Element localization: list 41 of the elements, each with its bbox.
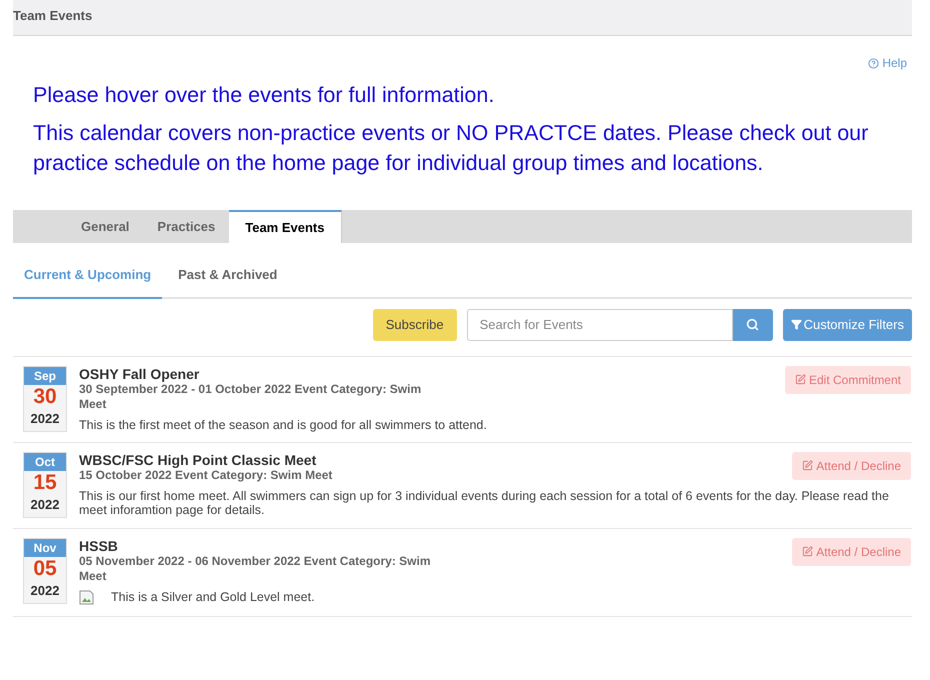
date-year: 2022 xyxy=(30,496,60,514)
help-icon xyxy=(868,58,880,68)
event-description: This is a Silver and Gold Level meet. xyxy=(111,590,315,604)
date-month: Nov xyxy=(24,538,66,556)
date-month: Oct xyxy=(24,452,66,470)
tab[interactable]: General xyxy=(67,210,144,243)
event-description: This is our first home meet. All swimmers can sign up for 3 individual events during each session for a total of 6 events for the day. Please read the meet inforamtion page for details. xyxy=(79,488,890,516)
event-meta: 05 November 2022 - 06 November 2022 Event Category: Swim Meet xyxy=(79,554,432,584)
broken-image-icon xyxy=(79,590,95,606)
customize-filters-button[interactable]: Customize Filters xyxy=(782,308,912,340)
notice-text: This calendar covers non-practice events or NO PRACTCE dates. Please check out our practice schedule on the home page for individual group times and locations. xyxy=(33,120,870,177)
action-button[interactable]: Attend / Decline xyxy=(792,538,911,566)
notice-text: Please hover over the events for full information. xyxy=(33,82,496,109)
event-description: This is the first meet of the season and is good for all swimmers to attend. xyxy=(79,418,487,432)
subtab[interactable]: Past & Archived xyxy=(162,265,294,296)
search-field[interactable]: Search for Events xyxy=(466,308,733,340)
event-meta: 15 October 2022 Event Category: Swim Meet xyxy=(79,468,334,482)
action-button[interactable]: Attend / Decline xyxy=(792,452,911,480)
edit-icon xyxy=(802,546,814,557)
filter-icon xyxy=(790,319,802,330)
date-day: 30 xyxy=(33,384,57,408)
date-year: 2022 xyxy=(30,582,60,600)
page-title: Team Events xyxy=(13,7,92,25)
search-icon xyxy=(746,318,760,331)
event-title: WBSC/FSC High Point Classic Meet xyxy=(79,452,318,468)
tab[interactable]: Team Events xyxy=(229,210,342,243)
event-title: HSSB xyxy=(79,538,119,554)
action-button[interactable]: Edit Commitment xyxy=(784,366,911,394)
help-link[interactable]: Help xyxy=(868,54,907,72)
date-year: 2022 xyxy=(30,410,60,428)
date-day: 05 xyxy=(33,556,57,580)
date-month: Sep xyxy=(24,366,66,384)
event-title: OSHY Fall Opener xyxy=(79,366,200,382)
subscribe-button[interactable]: Subscribe xyxy=(372,308,457,340)
date-day: 15 xyxy=(33,470,57,494)
event-meta: 30 September 2022 - 01 October 2022 Event Category: Swim Meet xyxy=(79,382,422,412)
edit-icon xyxy=(802,460,814,471)
subtab[interactable]: Current & Upcoming xyxy=(13,265,162,298)
edit-icon xyxy=(794,374,806,385)
tab[interactable]: Practices xyxy=(143,210,230,243)
search-button[interactable] xyxy=(732,308,773,340)
